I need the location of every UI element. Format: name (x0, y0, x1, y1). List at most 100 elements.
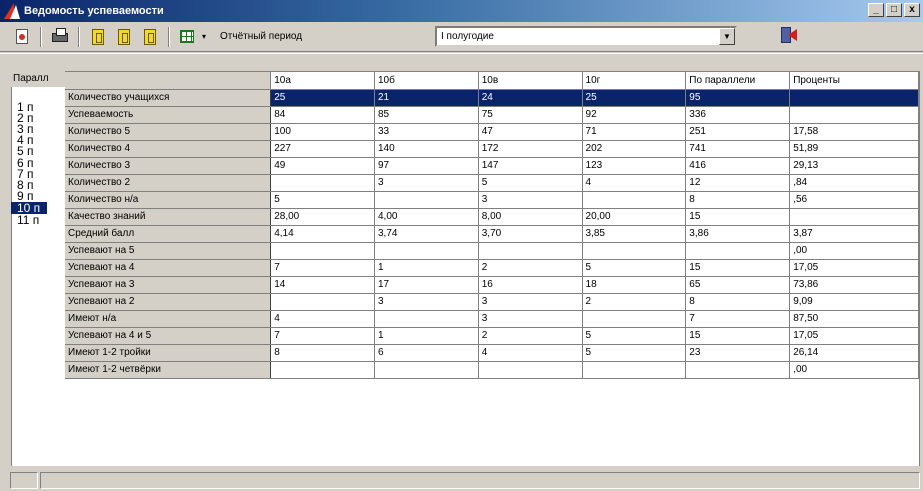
table-row[interactable]: Качество знаний 28,00 4,00 8,00 20,00 15 (65, 208, 919, 226)
table-cell[interactable]: 5 (582, 344, 687, 362)
table-cell[interactable]: 4 (478, 344, 583, 362)
book-icon[interactable] (88, 27, 108, 47)
table-cell[interactable]: 4,00 (374, 208, 479, 226)
document-icon[interactable] (12, 27, 32, 47)
table-cell[interactable]: 95 (685, 89, 791, 107)
table-cell[interactable]: 3,87 (789, 225, 919, 243)
table-cell[interactable]: 3,74 (374, 225, 479, 243)
table-cell[interactable] (582, 361, 687, 379)
table-cell[interactable] (270, 242, 375, 260)
table-cell[interactable]: 25 (270, 89, 375, 107)
table-cell[interactable] (374, 242, 479, 260)
table-cell[interactable]: 17,05 (789, 259, 919, 277)
table-cell[interactable]: 7 (270, 259, 375, 277)
table-cell[interactable]: 28,00 (270, 208, 375, 226)
table-row[interactable]: Успевают на 2 3 3 2 8 9,09 (65, 293, 919, 311)
close-button[interactable]: x (904, 3, 920, 17)
table-row[interactable]: Количество 3 49 97 147 123 416 29,13 (65, 157, 919, 175)
table-cell[interactable]: 3 (374, 174, 479, 192)
table-cell[interactable]: ,56 (789, 191, 919, 209)
table-cell[interactable]: 5 (582, 327, 687, 345)
table-cell[interactable] (582, 310, 687, 328)
table-cell[interactable]: 5 (478, 174, 583, 192)
table-cell[interactable]: 3 (478, 191, 583, 209)
table-cell[interactable] (789, 89, 919, 107)
table-cell[interactable]: 29,13 (789, 157, 919, 175)
table-cell[interactable]: 3 (478, 293, 583, 311)
table-cell[interactable]: 14 (270, 276, 375, 294)
table-row[interactable]: Успевают на 3 14 17 16 18 65 73,86 (65, 276, 919, 294)
table-cell[interactable]: 4 (270, 310, 375, 328)
table-cell[interactable]: 84 (270, 106, 375, 124)
table-cell[interactable] (685, 242, 791, 260)
column-header[interactable]: 10в (478, 72, 583, 90)
exit-icon[interactable] (778, 25, 800, 47)
table-cell[interactable]: 97 (374, 157, 479, 175)
table-cell[interactable]: 9,09 (789, 293, 919, 311)
dropdown-arrow-icon[interactable]: ▾ (202, 32, 206, 41)
table-cell[interactable]: 49 (270, 157, 375, 175)
column-header[interactable]: 10а (270, 72, 375, 90)
grid-icon[interactable] (178, 27, 198, 47)
table-cell[interactable] (374, 361, 479, 379)
table-cell[interactable] (374, 310, 479, 328)
table-cell[interactable] (478, 361, 583, 379)
table-row[interactable]: Количество 4 227 140 172 202 741 51,89 (65, 140, 919, 158)
table-cell[interactable]: 2 (478, 259, 583, 277)
table-cell[interactable]: 3 (478, 310, 583, 328)
table-cell[interactable] (270, 174, 375, 192)
table-cell[interactable]: 336 (685, 106, 791, 124)
table-row[interactable]: Успевают на 4 7 1 2 5 15 17,05 (65, 259, 919, 277)
table-row[interactable]: Успеваемость 84 85 75 92 336 (65, 106, 919, 124)
table-cell[interactable]: 7 (270, 327, 375, 345)
table-cell[interactable]: 3,70 (478, 225, 583, 243)
book-icon[interactable] (114, 27, 134, 47)
book-icon[interactable] (140, 27, 160, 47)
table-cell[interactable] (270, 361, 375, 379)
table-cell[interactable]: 65 (685, 276, 791, 294)
table-cell[interactable]: ,00 (789, 361, 919, 379)
parallel-item[interactable]: 11 п (11, 214, 47, 226)
minimize-button[interactable]: _ (868, 3, 884, 17)
table-cell[interactable] (374, 191, 479, 209)
table-cell[interactable]: 1 (374, 259, 479, 277)
table-cell[interactable] (685, 361, 791, 379)
table-cell[interactable]: 416 (685, 157, 791, 175)
table-cell[interactable]: 6 (374, 344, 479, 362)
table-cell[interactable]: 18 (582, 276, 687, 294)
column-header[interactable]: 10г (582, 72, 687, 90)
table-row[interactable]: Количество 5 100 33 47 71 251 17,58 (65, 123, 919, 141)
table-cell[interactable]: 12 (685, 174, 791, 192)
column-header[interactable]: Проценты (789, 72, 919, 90)
table-cell[interactable]: 25 (582, 89, 687, 107)
table-cell[interactable]: 15 (685, 259, 791, 277)
table-cell[interactable]: 3 (374, 293, 479, 311)
table-cell[interactable]: 26,14 (789, 344, 919, 362)
table-cell[interactable]: 8 (270, 344, 375, 362)
column-header[interactable]: 10б (374, 72, 479, 90)
table-cell[interactable]: 20,00 (582, 208, 687, 226)
table-row[interactable]: Успевают на 5 ,00 (65, 242, 919, 260)
table-cell[interactable]: 24 (478, 89, 583, 107)
table-cell[interactable]: 71 (582, 123, 687, 141)
table-cell[interactable]: 3,86 (685, 225, 791, 243)
table-cell[interactable]: 8,00 (478, 208, 583, 226)
table-cell[interactable]: ,84 (789, 174, 919, 192)
table-cell[interactable]: 17 (374, 276, 479, 294)
chevron-down-icon[interactable]: ▼ (719, 28, 735, 45)
table-cell[interactable] (270, 293, 375, 311)
table-cell[interactable]: 16 (478, 276, 583, 294)
table-cell[interactable]: 17,05 (789, 327, 919, 345)
table-cell[interactable]: 17,58 (789, 123, 919, 141)
table-cell[interactable]: 51,89 (789, 140, 919, 158)
table-cell[interactable] (582, 242, 687, 260)
table-cell[interactable]: 85 (374, 106, 479, 124)
table-cell[interactable]: 73,86 (789, 276, 919, 294)
table-cell[interactable]: 4,14 (270, 225, 375, 243)
table-cell[interactable]: 251 (685, 123, 791, 141)
table-cell[interactable]: 2 (478, 327, 583, 345)
table-cell[interactable] (789, 208, 919, 226)
table-cell[interactable]: 47 (478, 123, 583, 141)
table-cell[interactable]: 15 (685, 327, 791, 345)
table-cell[interactable] (789, 106, 919, 124)
